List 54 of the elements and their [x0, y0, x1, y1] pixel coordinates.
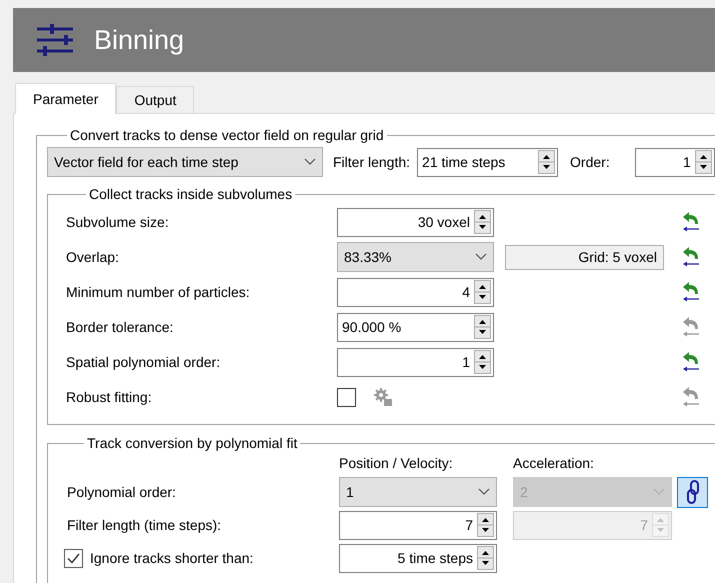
spin-buttons[interactable] — [477, 546, 494, 570]
window-title: Binning — [94, 24, 184, 57]
tab[interactable]: Parameter — [15, 83, 116, 114]
info-field: Grid: 5 voxel — [505, 244, 664, 270]
dropdown[interactable]: Vector field for each time step — [47, 147, 323, 177]
group-title: Track conversion by polynomial fit — [86, 434, 298, 453]
checkbox-label: Ignore tracks shorter than: — [90, 548, 254, 568]
column-header: Position / Velocity: — [339, 454, 454, 473]
chain-link-icon — [686, 480, 700, 504]
spin-box[interactable]: 4 — [337, 278, 494, 306]
field-label: Minimum number of particles: — [66, 282, 251, 302]
checkbox[interactable] — [64, 548, 83, 568]
spin-buttons[interactable] — [474, 315, 491, 339]
link-button[interactable] — [677, 476, 708, 508]
field-label: Robust fitting: — [66, 388, 153, 407]
spin-box[interactable]: 1 — [337, 348, 494, 376]
field-label: Overlap: — [66, 248, 120, 267]
field-label: Filter length (time steps): — [66, 516, 222, 535]
field-label: Spatial polynomial order: — [66, 352, 222, 372]
field-label: Subvolume size: — [66, 212, 170, 232]
field-label: Order: — [570, 152, 610, 172]
spin-box[interactable]: 90.000 % — [337, 312, 494, 342]
chevron-down-icon — [478, 488, 490, 496]
spin-buttons[interactable] — [474, 210, 491, 234]
spin-buttons[interactable] — [694, 150, 712, 174]
spin-box[interactable]: 30 voxel — [337, 208, 494, 236]
spin-buttons[interactable] — [474, 280, 491, 304]
field-label: Polynomial order: — [66, 482, 177, 502]
reset-icon[interactable] — [681, 351, 701, 373]
chevron-down-icon — [475, 253, 487, 261]
spin-buttons — [652, 513, 669, 537]
dropdown[interactable]: 83.33% — [337, 242, 494, 272]
spin-buttons[interactable] — [474, 350, 491, 374]
spin-box[interactable]: 21 time steps — [417, 148, 558, 176]
sliders-icon — [36, 23, 74, 57]
spin-box[interactable]: 7 — [339, 510, 497, 540]
spin-box[interactable]: 1 — [634, 148, 715, 176]
chevron-down-icon — [653, 488, 665, 496]
field-label: Filter length: — [333, 152, 410, 172]
column-header: Acceleration: — [513, 454, 594, 472]
dropdown[interactable]: 1 — [339, 477, 497, 507]
spin-buttons[interactable] — [538, 150, 556, 174]
spin-box: 7 — [513, 510, 672, 540]
field-label: Border tolerance: — [66, 318, 174, 336]
chevron-down-icon — [304, 158, 316, 166]
reset-icon[interactable] — [681, 281, 701, 303]
checkbox[interactable] — [337, 388, 356, 406]
reset-icon[interactable] — [681, 211, 701, 233]
spin-box[interactable]: 5 time steps — [339, 544, 497, 572]
spin-buttons[interactable] — [477, 513, 494, 537]
reset-icon[interactable] — [681, 246, 701, 268]
group-title: Convert tracks to dense vector field on regular grid — [69, 126, 385, 145]
tab[interactable]: Output — [116, 86, 194, 113]
group-title: Collect tracks inside subvolumes — [88, 185, 294, 204]
